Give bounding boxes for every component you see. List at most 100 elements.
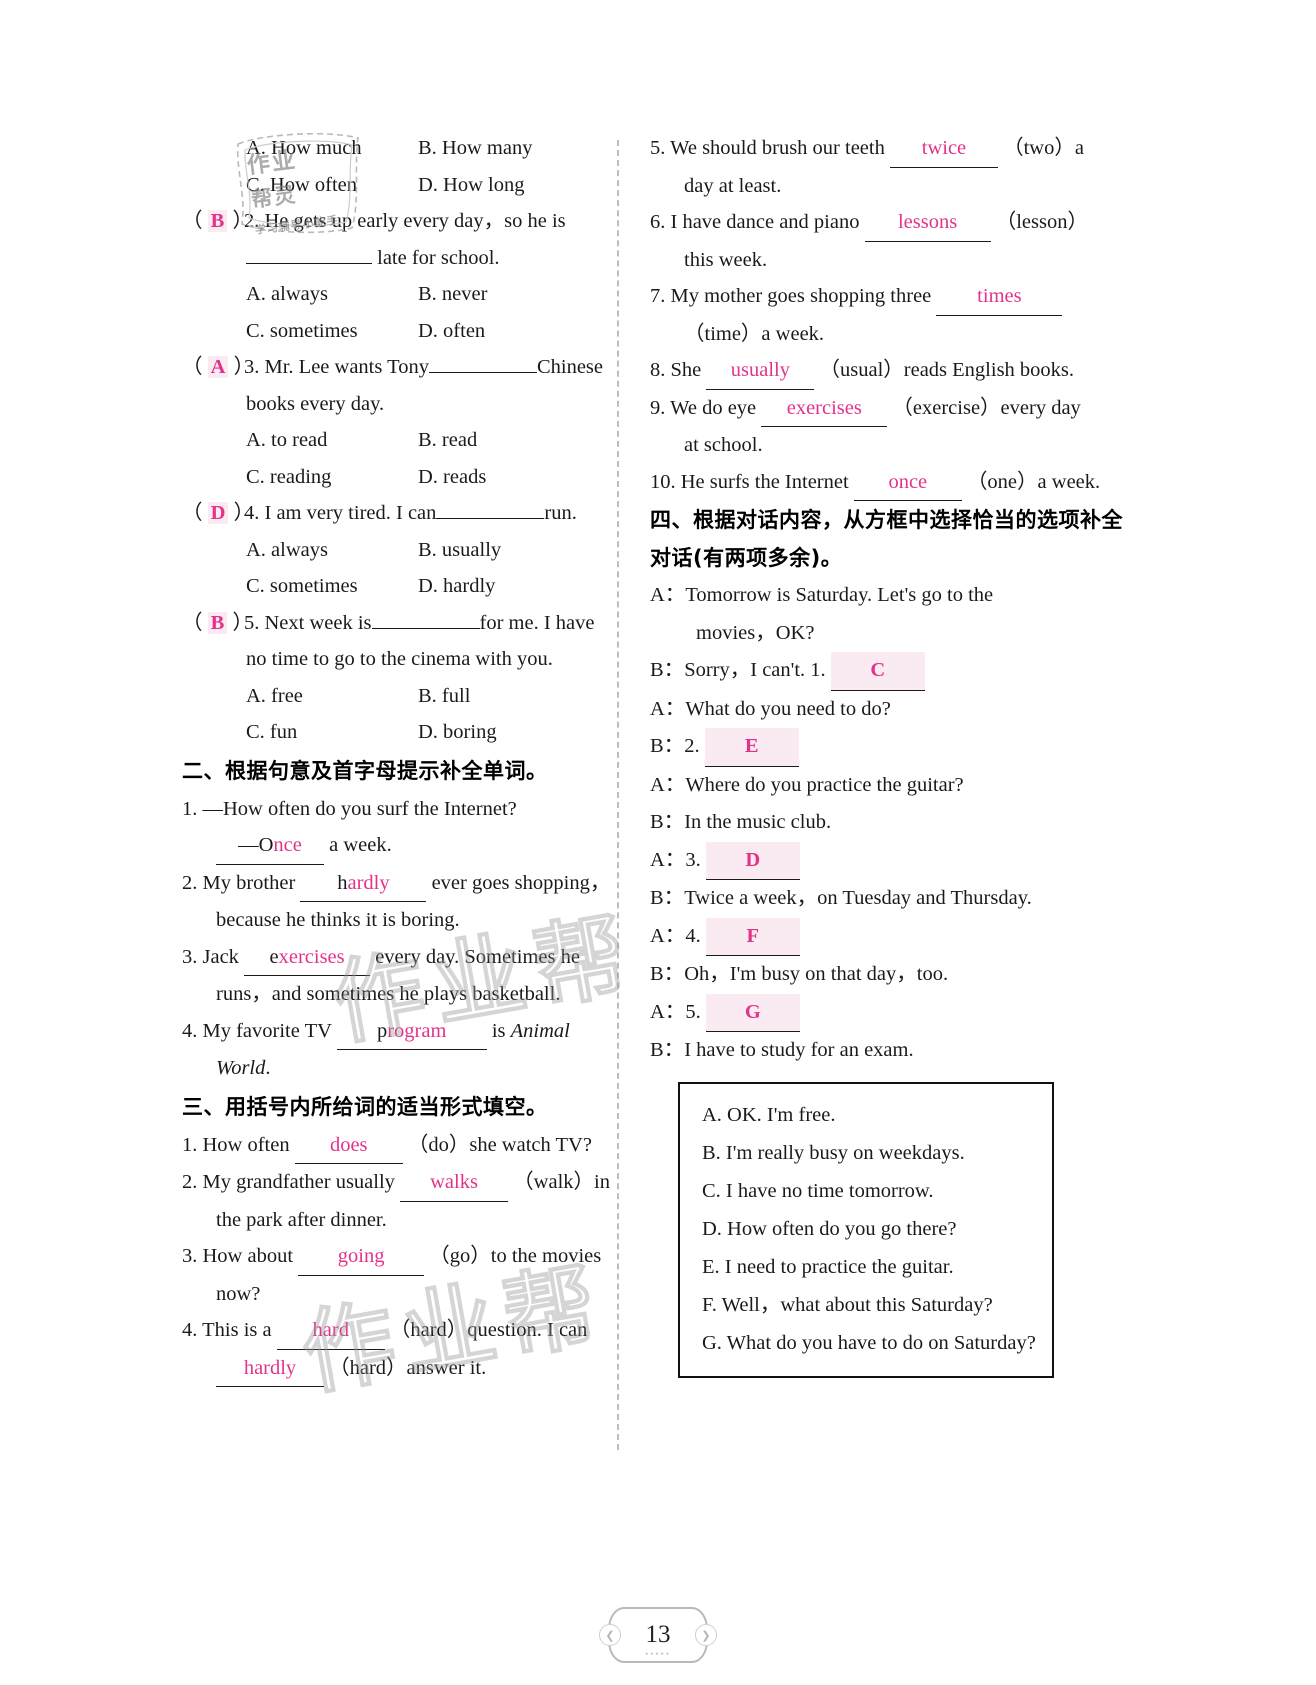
dialogue-answer-4[interactable]: F: [705, 917, 800, 956]
q1-option-d[interactable]: D. How long: [418, 167, 524, 204]
dialogue-speaker-6: B：: [650, 811, 685, 833]
q4-option-d[interactable]: D. hardly: [418, 568, 495, 605]
q4-blank[interactable]: [436, 518, 545, 519]
q5-option-b[interactable]: B. full: [418, 678, 470, 715]
q2-number: 2.: [244, 210, 260, 232]
s3-item-7-line1: 7. My mother goes shopping three times: [650, 278, 1070, 316]
s2-item-3-fill[interactable]: xercises: [279, 946, 345, 968]
dialogue-answer-1[interactable]: C: [830, 652, 925, 691]
q4-option-a[interactable]: A. always: [246, 532, 418, 569]
s3-item-4-line1: 4. This is a hard （hard）question. I can: [182, 1312, 602, 1350]
answer-letter-2[interactable]: B: [207, 210, 228, 232]
s3-item-5-line2: day at least.: [684, 174, 782, 197]
s2-item-2-number: 2.: [182, 871, 198, 894]
answer-letter-4[interactable]: D: [207, 502, 229, 524]
choices-box: A. OK. I'm free. B. I'm really busy on w…: [678, 1081, 1054, 1378]
s3-item-8-fill[interactable]: usually: [706, 352, 815, 390]
s2-item-1-fill[interactable]: nce: [273, 834, 301, 856]
s3-item-4-fill2[interactable]: hardly: [216, 1350, 324, 1387]
q5-option-a[interactable]: A. free: [246, 678, 418, 715]
page-footer: ❮ ❯ 13 •••••: [0, 1607, 1316, 1663]
q3-blank[interactable]: [428, 372, 537, 373]
q2-option-a[interactable]: A. always: [246, 276, 418, 313]
choice-option-a[interactable]: A. OK. I'm free.: [680, 1096, 1052, 1134]
answer-bracket-3[interactable]: （ A ）: [182, 349, 254, 386]
q1-option-a[interactable]: A. How much: [246, 130, 418, 167]
s3-item-10: 10. He surfs the Internet once （one）a we…: [650, 464, 1100, 501]
q5-option-d[interactable]: D. boring: [418, 714, 497, 751]
s2-item-4-title-a: Animal: [510, 1019, 570, 1042]
q1-option-c[interactable]: C. How often: [246, 167, 418, 204]
page-number-badge: ❮ ❯ 13 •••••: [599, 1607, 717, 1663]
q4-option-c[interactable]: C. sometimes: [246, 568, 418, 605]
answer-bracket-5[interactable]: （ B ）: [182, 605, 253, 642]
question-4: （ D ） 4. I am very tired. I can run.: [182, 495, 602, 532]
dialogue-answer-3[interactable]: D: [705, 841, 800, 880]
s3-item-8-number: 8.: [650, 359, 666, 381]
dialogue-text-7: 3.: [685, 848, 701, 871]
q2-option-d[interactable]: D. often: [418, 313, 485, 350]
q2-option-row-1: A. always B. never: [182, 276, 602, 313]
s3-item-4-fill[interactable]: hard: [276, 1312, 385, 1350]
answer-letter-5[interactable]: B: [207, 611, 228, 634]
s2-item-4-fill[interactable]: rogram: [387, 1020, 446, 1042]
s2-item-2-pre: My brother: [202, 871, 296, 894]
answer-bracket-4[interactable]: （ D ）: [182, 495, 254, 532]
answer-bracket-2[interactable]: （ B ）: [182, 203, 253, 240]
q4-option-b[interactable]: B. usually: [418, 532, 501, 569]
chevron-left-icon: ❮: [599, 1624, 621, 1646]
s2-item-3-line1: 3. Jack exercises every day. Sometimes h…: [182, 939, 602, 976]
s3-item-9-fill[interactable]: exercises: [761, 390, 888, 427]
dialogue-answer-2[interactable]: E: [704, 728, 799, 767]
s3-item-9-post: （exercise）every day: [892, 396, 1081, 419]
s2-item-4-title-b: World: [216, 1057, 266, 1079]
s3-item-6-pre: I have dance and piano: [670, 211, 860, 233]
s3-item-10-fill[interactable]: once: [853, 464, 962, 501]
dialogue-answer-5[interactable]: G: [705, 993, 800, 1032]
s3-item-6-line1: 6. I have dance and piano lessons （lesso…: [650, 204, 1088, 242]
q2-stem-tail: late for school.: [377, 246, 500, 269]
worksheet-page: 作业帮 作业帮 作业 帮灵 学习辅导小能手 A. How much B. How…: [0, 0, 1316, 1685]
q2-option-c[interactable]: C. sometimes: [246, 313, 418, 350]
s3-item-7-line2: （time）a week.: [684, 322, 825, 345]
question-2: （ B ） 2. He gets up early every day，so h…: [182, 203, 602, 240]
q4-option-row-1: A. always B. usually: [182, 532, 602, 569]
choice-option-f[interactable]: F. Well，what about this Saturday?: [680, 1286, 1052, 1324]
dialogue-speaker-10: B：: [650, 963, 685, 985]
q2-stem: He gets up early every day，so he is: [264, 210, 566, 232]
q2-stem-line2: late for school.: [182, 240, 602, 277]
s3-item-7-fill[interactable]: times: [936, 278, 1063, 316]
s2-item-1-text: —How often do you surf the Internet?: [202, 797, 517, 820]
choice-option-e[interactable]: E. I need to practice the guitar.: [680, 1248, 1052, 1286]
q2-option-b[interactable]: B. never: [418, 276, 487, 313]
s2-item-2-fill[interactable]: ardly: [348, 872, 390, 894]
s3-item-3-fill[interactable]: going: [298, 1238, 425, 1276]
choice-option-c[interactable]: C. I have no time tomorrow.: [680, 1172, 1052, 1210]
q3-option-a[interactable]: A. to read: [246, 422, 418, 459]
dialogue-text-8: Twice a week，on Tuesday and Thursday.: [684, 887, 1032, 909]
q5-blank[interactable]: [371, 627, 480, 629]
s3-item-5-fill[interactable]: twice: [889, 130, 998, 168]
choice-option-d[interactable]: D. How often do you go there?: [680, 1210, 1052, 1248]
q3-option-d[interactable]: D. reads: [418, 459, 486, 496]
q1-option-b[interactable]: B. How many: [418, 130, 532, 167]
q2-blank[interactable]: [246, 262, 372, 264]
s3-item-2-fill[interactable]: walks: [400, 1164, 509, 1202]
q3-option-b[interactable]: B. read: [418, 422, 477, 459]
section-two-heading: 二、根据句意及首字母提示补全单词。: [182, 758, 548, 783]
q5-option-c[interactable]: C. fun: [246, 714, 418, 751]
q3-stem-line2: books every day.: [246, 392, 385, 415]
q4-stem-pre: I am very tired. I can: [264, 502, 437, 524]
s2-item-1-seed: —O: [238, 834, 274, 856]
choice-option-b[interactable]: B. I'm really busy on weekdays.: [680, 1134, 1052, 1172]
s2-item-4-post: is: [491, 1019, 506, 1042]
s3-item-6-fill[interactable]: lessons: [864, 204, 991, 242]
dialogue-speaker-11: A：: [650, 1000, 686, 1023]
column-divider: [617, 140, 619, 1450]
dialogue-text-12: I have to study for an exam.: [684, 1039, 914, 1061]
q3-option-c[interactable]: C. reading: [246, 459, 418, 496]
answer-letter-3[interactable]: A: [207, 356, 229, 378]
s3-item-3-pre: How about: [202, 1245, 294, 1267]
s3-item-1-fill[interactable]: does: [294, 1127, 403, 1164]
choice-option-g[interactable]: G. What do you have to do on Saturday?: [680, 1324, 1052, 1362]
